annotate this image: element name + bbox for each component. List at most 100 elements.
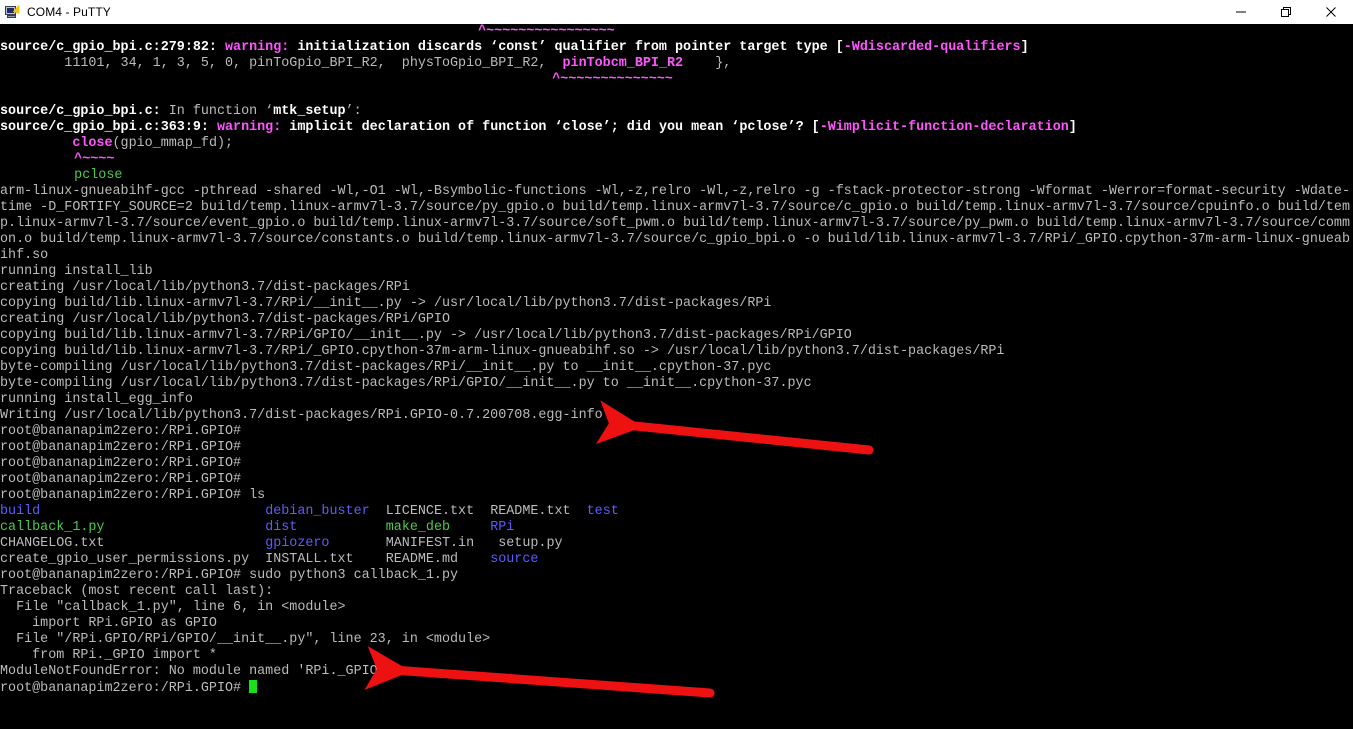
terminal-span: source/c_gpio_bpi.c:363:9: [0, 120, 217, 135]
terminal-line: callback_1.py dist make_deb RPi [0, 520, 1350, 536]
terminal-span: ] [1068, 120, 1077, 135]
terminal-span: -Wimplicit-function-declaration [819, 120, 1069, 135]
terminal-span: source [490, 552, 539, 567]
terminal-span: from RPi._GPIO import * [0, 648, 217, 663]
terminal-line: create_gpio_user_permissions.py INSTALL.… [0, 552, 1350, 568]
terminal-span: copying build/lib.linux-armv7l-3.7/RPi/_… [0, 296, 772, 311]
terminal-line: on.o build/temp.linux-armv7l-3.7/source/… [0, 232, 1350, 248]
terminal-span [104, 536, 265, 551]
terminal-span [104, 520, 265, 535]
window-title: COM4 - PuTTY [27, 4, 111, 19]
terminal-span: gpiozero [265, 536, 330, 551]
terminal-span: Writing /usr/local/lib/python3.7/dist-pa… [0, 408, 603, 423]
terminal-span: creating /usr/local/lib/python3.7/dist-p… [0, 312, 450, 327]
terminal-span [0, 136, 72, 151]
terminal-line: byte-compiling /usr/local/lib/python3.7/… [0, 376, 1350, 392]
terminal-line: copying build/lib.linux-armv7l-3.7/RPi/_… [0, 344, 1350, 360]
terminal-span: running install_egg_info [0, 392, 193, 407]
terminal-span: (gpio_mmap_fd); [112, 136, 234, 151]
terminal-line: p.linux-armv7l-3.7/source/event_gpio.o b… [0, 216, 1350, 232]
terminal-span: initialization discards ‘const’ qualifie… [297, 40, 844, 55]
terminal-span: implicit declaration of function ‘ [289, 120, 563, 135]
terminal-span: root@bananapim2zero:/RPi.GPIO# [0, 424, 242, 439]
terminal-line: close(gpio_mmap_fd); [0, 136, 1350, 152]
terminal-line: source/c_gpio_bpi.c:363:9: warning: impl… [0, 120, 1350, 136]
terminal-line: File "callback_1.py", line 6, in <module… [0, 600, 1350, 616]
terminal-span: ] [1020, 40, 1029, 55]
close-button[interactable] [1308, 0, 1353, 23]
terminal-line [0, 88, 1350, 104]
terminal-span: dist [265, 520, 298, 535]
terminal-span [0, 88, 8, 103]
terminal-span: create_gpio_user_permissions.py INSTALL.… [0, 552, 491, 567]
terminal-span [297, 520, 385, 535]
terminal-line: 11101, 34, 1, 3, 5, 0, pinToGpio_BPI_R2,… [0, 56, 1350, 72]
terminal-span: MANIFEST.in setup.py [329, 536, 563, 551]
terminal-span: ’? [ [787, 120, 820, 135]
terminal-line: File "/RPi.GPIO/RPi/GPIO/__init__.py", l… [0, 632, 1350, 648]
terminal-span: warning: [225, 40, 298, 55]
terminal-span: p.linux-armv7l-3.7/source/event_gpio.o b… [0, 216, 1350, 231]
terminal-span: In function ‘ [160, 104, 274, 119]
terminal-span: creating /usr/local/lib/python3.7/dist-p… [0, 280, 410, 295]
terminal-span: 11101, 34, 1, 3, 5, 0, pinToGpio_BPI_R2,… [0, 56, 563, 71]
terminal-span: warning: [216, 120, 290, 135]
terminal-line: running install_egg_info [0, 392, 1350, 408]
terminal-span: running install_lib [0, 264, 153, 279]
terminal-span: -Wdiscarded-qualifiers [843, 40, 1021, 55]
terminal-line: source/c_gpio_bpi.c: In function ‘mtk_se… [0, 104, 1350, 120]
terminal-span: source/c_gpio_bpi.c:279:82: [0, 40, 225, 55]
terminal-line: ^~~~~~~~~~~~~~~~~ [0, 24, 1350, 40]
terminal-span: CHANGELOG.txt [0, 536, 105, 551]
terminal-span: debian_buster [265, 504, 370, 519]
terminal-span: root@bananapim2zero:/RPi.GPIO# [0, 681, 250, 696]
terminal-span: ^~~~~~~~~~~~~~~ [552, 72, 673, 87]
terminal-span: }, [683, 56, 732, 71]
terminal-span: source/c_gpio_bpi.c: [0, 104, 161, 119]
terminal-line: root@bananapim2zero:/RPi.GPIO# [0, 424, 1350, 440]
terminal-line: build debian_buster LICENCE.txt README.t… [0, 504, 1350, 520]
restore-button[interactable] [1263, 0, 1308, 23]
terminal-line: root@bananapim2zero:/RPi.GPIO# sudo pyth… [0, 568, 1350, 584]
terminal-span: arm-linux-gnueabihf-gcc -pthread -shared… [0, 184, 1350, 199]
terminal-line: root@bananapim2zero:/RPi.GPIO# [0, 680, 1350, 696]
terminal-span: on.o build/temp.linux-armv7l-3.7/source/… [0, 232, 1350, 247]
terminal-span: build [0, 504, 41, 519]
terminal-line: ^~~~~ [0, 152, 1350, 168]
terminal-span: import RPi.GPIO as GPIO [0, 616, 217, 631]
terminal-cursor [249, 680, 258, 693]
terminal-span: close [72, 136, 113, 151]
terminal-line: CHANGELOG.txt gpiozero MANIFEST.in setup… [0, 536, 1350, 552]
window-titlebar: COM4 - PuTTY [0, 0, 1353, 24]
terminal-line: arm-linux-gnueabihf-gcc -pthread -shared… [0, 184, 1350, 200]
terminal-line: creating /usr/local/lib/python3.7/dist-p… [0, 312, 1350, 328]
terminal-line: pclose [0, 168, 1350, 184]
terminal-span: root@bananapim2zero:/RPi.GPIO# sudo pyth… [0, 568, 459, 583]
terminal-span: ’: [345, 104, 362, 119]
minimize-button[interactable] [1218, 0, 1263, 23]
terminal-span: ^~~~~~~~~~~~~~~~~ [478, 24, 615, 39]
terminal-screen[interactable]: ^~~~~~~~~~~~~~~~~ source/c_gpio_bpi.c:279… [0, 24, 1353, 729]
terminal-span: root@bananapim2zero:/RPi.GPIO# [0, 472, 242, 487]
terminal-line: ModuleNotFoundError: No module named 'RP… [0, 664, 1350, 680]
terminal-span [450, 520, 490, 535]
terminal-line: from RPi._GPIO import * [0, 648, 1350, 664]
terminal-line: byte-compiling /usr/local/lib/python3.7/… [0, 360, 1350, 376]
putty-icon [5, 2, 23, 20]
terminal-line: creating /usr/local/lib/python3.7/dist-p… [0, 280, 1350, 296]
terminal-span: File "callback_1.py", line 6, in <module… [0, 600, 346, 615]
terminal-span: root@bananapim2zero:/RPi.GPIO# [0, 440, 242, 455]
terminal-span: make_deb [385, 520, 451, 535]
terminal-line: copying build/lib.linux-armv7l-3.7/RPi/_… [0, 296, 1350, 312]
terminal-span [40, 504, 265, 519]
terminal-span: File "/RPi.GPIO/RPi/GPIO/__init__.py", l… [0, 632, 491, 647]
terminal-span: ’; did you mean ‘ [602, 120, 740, 135]
terminal-line: running install_lib [0, 264, 1350, 280]
terminal-line: ihf.so [0, 248, 1350, 264]
terminal-text-buffer: ^~~~~~~~~~~~~~~~~ source/c_gpio_bpi.c:279… [0, 24, 1350, 696]
terminal-span: RPi [490, 520, 515, 535]
terminal-span: pclose [74, 168, 123, 183]
terminal-line: root@bananapim2zero:/RPi.GPIO# [0, 440, 1350, 456]
terminal-line: source/c_gpio_bpi.c:279:82: warning: ini… [0, 40, 1350, 56]
terminal-line: time -D_FORTIFY_SOURCE=2 build/temp.linu… [0, 200, 1350, 216]
